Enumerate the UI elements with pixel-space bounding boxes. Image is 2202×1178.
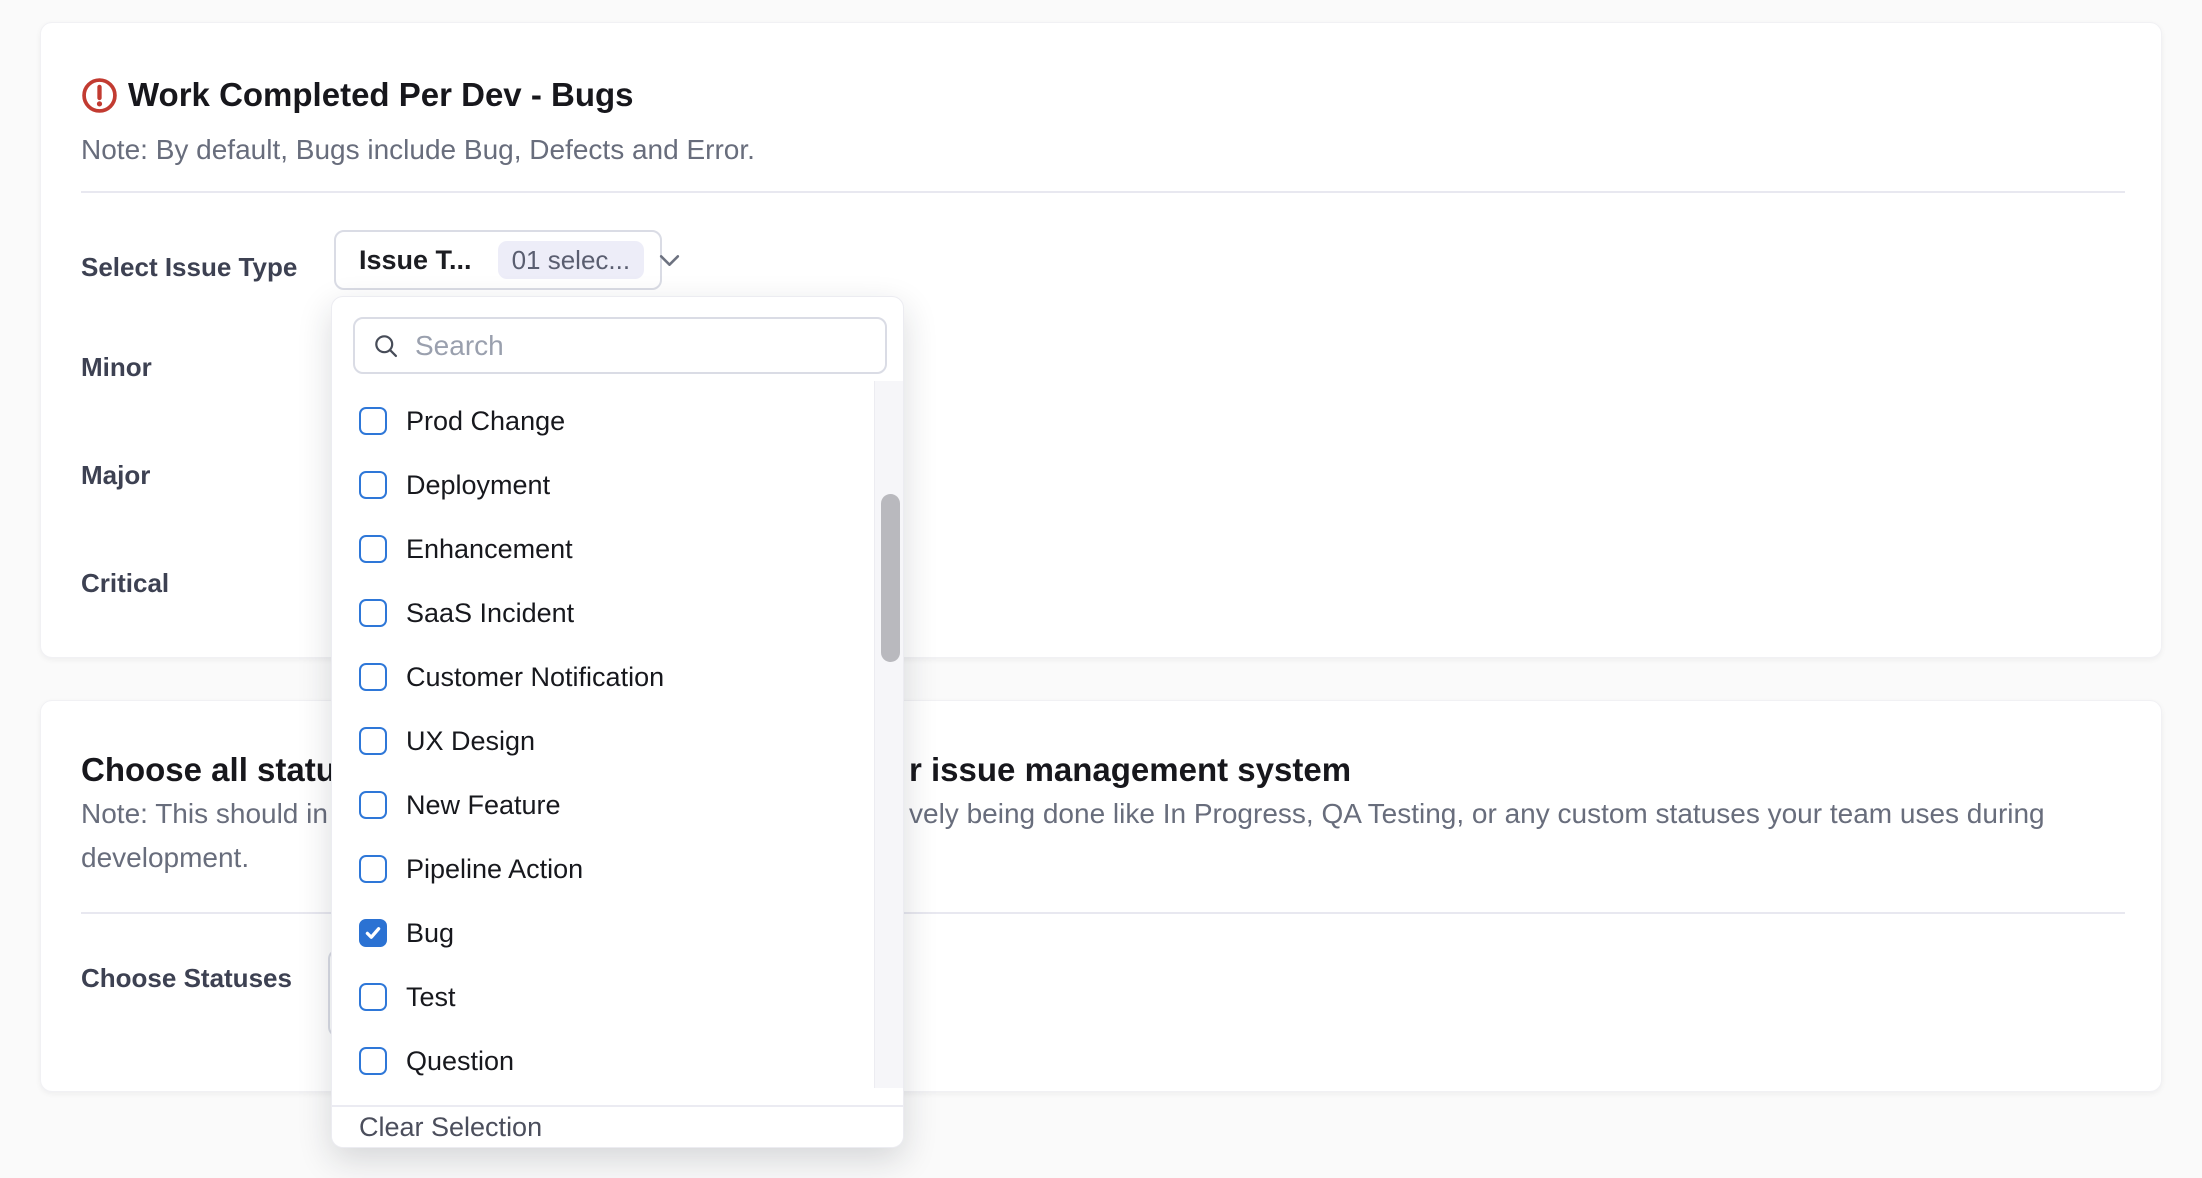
selected-count-badge: 01 selec... bbox=[498, 241, 645, 279]
option-label: Prod Change bbox=[406, 406, 565, 437]
scrollbar-track[interactable] bbox=[874, 381, 904, 1088]
option-row[interactable]: Deployment bbox=[332, 453, 877, 517]
dropdown-trigger-label: Issue T... bbox=[359, 245, 472, 276]
statuses-heading-right-fragment: r issue management system bbox=[909, 749, 1351, 791]
clear-selection-button[interactable]: Clear Selection bbox=[359, 1112, 542, 1143]
statuses-note-line2: development. bbox=[81, 841, 249, 875]
option-label: Enhancement bbox=[406, 534, 573, 565]
option-row[interactable]: Bug bbox=[332, 901, 877, 965]
option-row[interactable]: New Feature bbox=[332, 773, 877, 837]
checkbox[interactable] bbox=[359, 535, 387, 563]
option-label: UX Design bbox=[406, 726, 535, 757]
option-row[interactable]: Prod Change bbox=[332, 389, 877, 453]
option-label: New Feature bbox=[406, 790, 561, 821]
option-row[interactable]: Question bbox=[332, 1029, 877, 1093]
warning-icon bbox=[81, 77, 118, 114]
checkmark-icon bbox=[363, 923, 383, 943]
option-label: Pipeline Action bbox=[406, 854, 583, 885]
search-icon bbox=[372, 332, 400, 360]
option-row[interactable]: Customer Notification bbox=[332, 645, 877, 709]
checkbox[interactable] bbox=[359, 599, 387, 627]
scrollbar-thumb[interactable] bbox=[881, 494, 900, 662]
checkbox[interactable] bbox=[359, 791, 387, 819]
option-row[interactable]: Test bbox=[332, 965, 877, 1029]
option-label: Test bbox=[406, 982, 456, 1013]
checkbox[interactable] bbox=[359, 983, 387, 1011]
checkbox[interactable] bbox=[359, 663, 387, 691]
severity-label-minor: Minor bbox=[81, 351, 152, 383]
checkbox[interactable] bbox=[359, 407, 387, 435]
option-label: Customer Notification bbox=[406, 662, 664, 693]
option-label: Deployment bbox=[406, 470, 550, 501]
option-row[interactable]: Pipeline Action bbox=[332, 837, 877, 901]
option-row[interactable]: UX Design bbox=[332, 709, 877, 773]
option-label: SaaS Incident bbox=[406, 598, 574, 629]
issue-type-dropdown-trigger[interactable]: Issue T... 01 selec... bbox=[334, 230, 662, 290]
checkbox[interactable] bbox=[359, 727, 387, 755]
statuses-note-right-fragment: vely being done like In Progress, QA Tes… bbox=[909, 797, 2045, 831]
dropdown-search-box[interactable] bbox=[353, 317, 887, 374]
card-note: Note: By default, Bugs include Bug, Defe… bbox=[81, 133, 755, 167]
severity-label-critical: Critical bbox=[81, 567, 169, 599]
checkbox[interactable] bbox=[359, 855, 387, 883]
checkbox[interactable] bbox=[359, 471, 387, 499]
chevron-down-icon bbox=[659, 254, 680, 267]
choose-statuses-label: Choose Statuses bbox=[81, 962, 292, 994]
page-title: Work Completed Per Dev - Bugs bbox=[128, 75, 634, 115]
search-input[interactable] bbox=[413, 329, 871, 363]
divider bbox=[81, 191, 2125, 193]
card-title-row: Work Completed Per Dev - Bugs bbox=[81, 75, 634, 115]
option-row[interactable]: Enhancement bbox=[332, 517, 877, 581]
statuses-heading-left-fragment: Choose all status bbox=[81, 749, 354, 791]
option-row[interactable]: SaaS Incident bbox=[332, 581, 877, 645]
dropdown-footer: Clear Selection bbox=[332, 1105, 903, 1147]
option-label: Question bbox=[406, 1046, 514, 1077]
checkbox[interactable] bbox=[359, 919, 387, 947]
statuses-note-left-fragment: Note: This should in bbox=[81, 797, 328, 831]
checkbox[interactable] bbox=[359, 1047, 387, 1075]
option-label: Bug bbox=[406, 918, 454, 949]
issue-type-dropdown-panel: Prod Change Deployment Enhancement SaaS … bbox=[331, 296, 904, 1148]
option-list: Prod Change Deployment Enhancement SaaS … bbox=[332, 381, 877, 1104]
severity-label-major: Major bbox=[81, 459, 150, 491]
select-issue-type-label: Select Issue Type bbox=[81, 251, 297, 283]
